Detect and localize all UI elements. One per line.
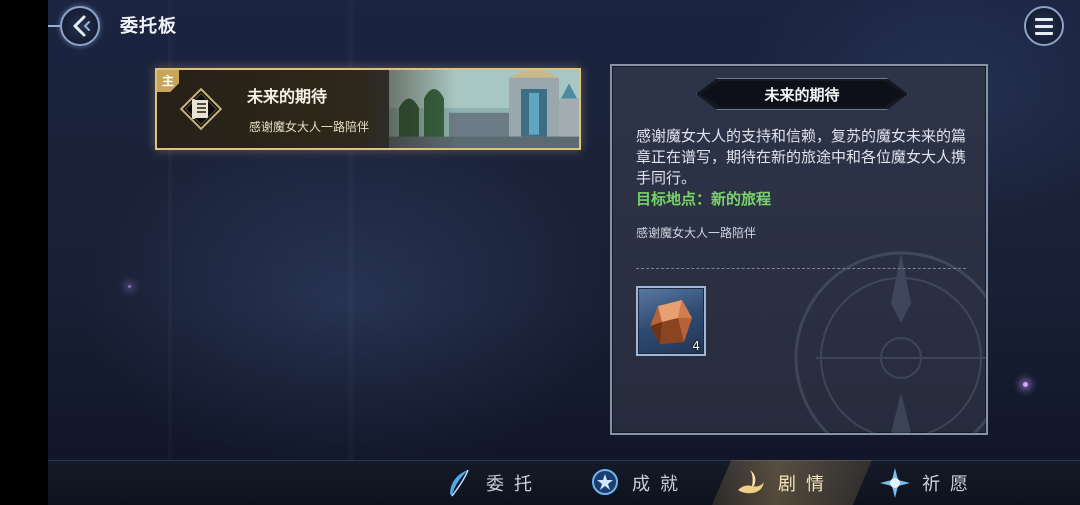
tab-commission-label: 委托 (486, 473, 542, 495)
quest-title: 未来的期待 (247, 87, 328, 106)
tab-commission[interactable]: 委托 (442, 460, 542, 505)
star-burst-icon (880, 467, 910, 498)
hamburger-menu-icon (1035, 17, 1053, 21)
quest-card-selected[interactable]: 主 未来的期待 感谢魔女大人一路陪伴 (155, 68, 581, 150)
feather-quill-icon (450, 469, 469, 496)
clock-emblem-watermark (794, 251, 986, 433)
menu-button[interactable] (1024, 6, 1064, 46)
detail-title-banner: 未来的期待 (696, 78, 908, 110)
tab-story[interactable]: 剧情 (734, 460, 834, 505)
lamp-icon (738, 469, 764, 493)
divider (636, 268, 966, 269)
tab-achievement[interactable]: 成就 (588, 460, 688, 505)
tab-story-label: 剧情 (778, 473, 834, 495)
reward-item[interactable]: 4 (636, 286, 706, 356)
tab-wish-label: 祈愿 (922, 473, 978, 495)
target-location-label: 目标地点： (636, 190, 712, 208)
hamburger-menu-icon-line (1035, 24, 1053, 28)
target-location-value: 新的旅程 (711, 190, 772, 208)
detail-title: 未来的期待 (764, 86, 840, 104)
detail-target-location: 目标地点：新的旅程 (636, 188, 771, 209)
detail-description: 感谢魔女大人的支持和信赖，复苏的魔女未来的篇章正在谱写，期待在新的旅途中和各位魔… (636, 127, 967, 187)
page-title: 委托板 (120, 16, 177, 37)
left-letterbox (0, 0, 48, 505)
tab-wish[interactable]: 祈愿 (878, 460, 978, 505)
hamburger-menu-icon-line (1035, 31, 1053, 35)
back-button[interactable] (60, 6, 100, 46)
sparkle-decoration (1023, 382, 1028, 387)
quest-subtitle: 感谢魔女大人一路陪伴 (249, 120, 370, 134)
reward-count: 4 (692, 339, 700, 353)
back-arrow-icon (73, 15, 90, 37)
quest-detail-panel: 未来的期待 感谢魔女大人的支持和信赖，复苏的魔女未来的篇章正在谱写，期待在新的旅… (610, 64, 988, 435)
scroll-document-icon (179, 87, 223, 131)
tab-achievement-label: 成就 (632, 473, 688, 495)
medal-badge-icon (592, 468, 618, 495)
sparkle-decoration (128, 285, 131, 288)
detail-note: 感谢魔女大人一路陪伴 (636, 226, 757, 240)
